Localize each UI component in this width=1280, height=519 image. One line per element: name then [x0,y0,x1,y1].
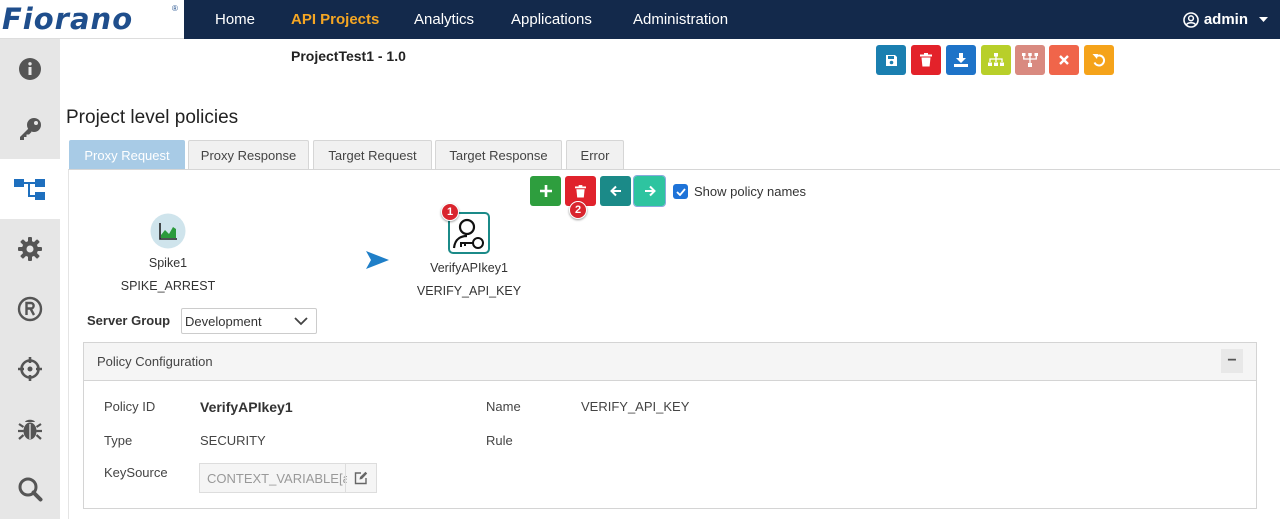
tab-proxy-request[interactable]: Proxy Request [69,140,185,169]
save-button[interactable] [876,45,906,75]
arrow-left-icon [609,185,621,197]
policy-id-label: Policy ID [104,399,156,414]
sidebar-item-keys[interactable] [0,99,60,159]
arrow-right-icon [644,185,656,197]
sidebar [0,39,60,519]
keysource-input[interactable]: CONTEXT_VARIABLE[ap [199,463,377,493]
logo[interactable]: Fiorano ® [0,0,184,39]
logo-text: Fiorano [2,2,134,36]
sitemap-icon [988,53,1004,66]
hierarchy-icon [1022,53,1038,67]
crosshair-icon [18,357,42,381]
collapse-button[interactable]: − [1221,349,1243,373]
policy-configuration-panel: Policy Configuration − Policy ID VerifyA… [83,342,1257,509]
flow-icon [14,179,45,200]
keysource-label: KeySource [104,465,168,480]
sidebar-item-settings[interactable] [0,219,60,279]
server-group-select[interactable]: Development [181,308,317,334]
policy-node-type: VERIFY_API_KEY [416,284,522,298]
keysource-value: CONTEXT_VARIABLE[ap [207,471,347,486]
top-navbar: Fiorano ® Home API Projects Analytics Ap… [0,0,1280,39]
policy-id-value: VerifyAPIkey1 [200,399,293,415]
policy-node-name: VerifyAPIkey1 [430,261,508,275]
rule-label: Rule [486,433,513,448]
keysource-edit-button[interactable] [345,464,376,492]
bug-icon [18,419,42,440]
show-policy-names-label[interactable]: Show policy names [694,184,806,199]
nav-administration[interactable]: Administration [633,11,728,28]
nav-api-projects[interactable]: API Projects [291,11,379,28]
trash-icon [575,184,586,197]
registered-icon [17,296,43,322]
key-icon [20,118,41,140]
close-project-button[interactable] [1049,45,1079,75]
step-badge-1: 1 [441,203,459,221]
nav-applications[interactable]: Applications [511,11,592,28]
type-label: Type [104,433,133,448]
project-title: ProjectTest1 - 1.0 [291,48,406,64]
show-policy-names-checkbox[interactable] [673,184,688,199]
user-name: admin [1203,11,1248,28]
sidebar-item-flow[interactable] [0,159,60,219]
info-icon [19,58,41,80]
plus-icon [539,185,552,197]
search-icon [18,477,43,502]
sidebar-item-registered[interactable] [0,279,60,339]
gear-icon [18,237,42,261]
user-menu[interactable]: admin [1183,11,1268,28]
server-group-label: Server Group [87,313,171,328]
save-icon [885,54,897,66]
flow-arrow [269,251,389,269]
close-icon [1059,55,1069,65]
sitemap-button[interactable] [981,45,1011,75]
sidebar-item-debug[interactable] [0,399,60,459]
nav-home[interactable]: Home [215,11,255,28]
undo-icon [1092,54,1106,67]
sidebar-item-target[interactable] [0,339,60,399]
tab-proxy-response[interactable]: Proxy Response [188,140,309,169]
download-button[interactable] [946,45,976,75]
hierarchy-button[interactable] [1015,45,1045,75]
chart-area-icon [150,213,186,249]
name-label: Name [486,399,521,414]
tab-target-response[interactable]: Target Response [435,140,562,169]
sidebar-item-search[interactable] [0,459,60,519]
check-icon [675,187,686,196]
panel-title: Policy Configuration [97,354,213,369]
name-value: VERIFY_API_KEY [581,399,690,414]
nav-analytics[interactable]: Analytics [414,11,474,28]
download-icon [954,53,968,67]
move-left-button[interactable] [600,176,631,206]
panel-header: Policy Configuration − [84,343,1256,381]
tab-target-request[interactable]: Target Request [313,140,432,169]
policy-node-name: Spike1 [148,256,188,270]
add-policy-button[interactable] [530,176,561,206]
logo-registered-mark: ® [172,4,178,13]
chevron-down-icon [294,317,308,326]
trash-icon [920,53,932,67]
section-title: Project level policies [66,107,239,128]
undo-button[interactable] [1084,45,1114,75]
edit-icon [354,471,368,485]
user-circle-icon [1183,11,1199,28]
policy-node-type: SPIKE_ARREST [120,279,216,293]
tab-error[interactable]: Error [566,140,624,169]
server-group-value: Development [185,314,262,329]
move-right-button[interactable] [633,175,666,207]
sidebar-item-info[interactable] [0,39,60,99]
type-value: SECURITY [200,433,266,448]
caret-down-icon [1259,16,1268,22]
step-badge-2: 2 [569,201,587,219]
delete-project-button[interactable] [911,45,941,75]
